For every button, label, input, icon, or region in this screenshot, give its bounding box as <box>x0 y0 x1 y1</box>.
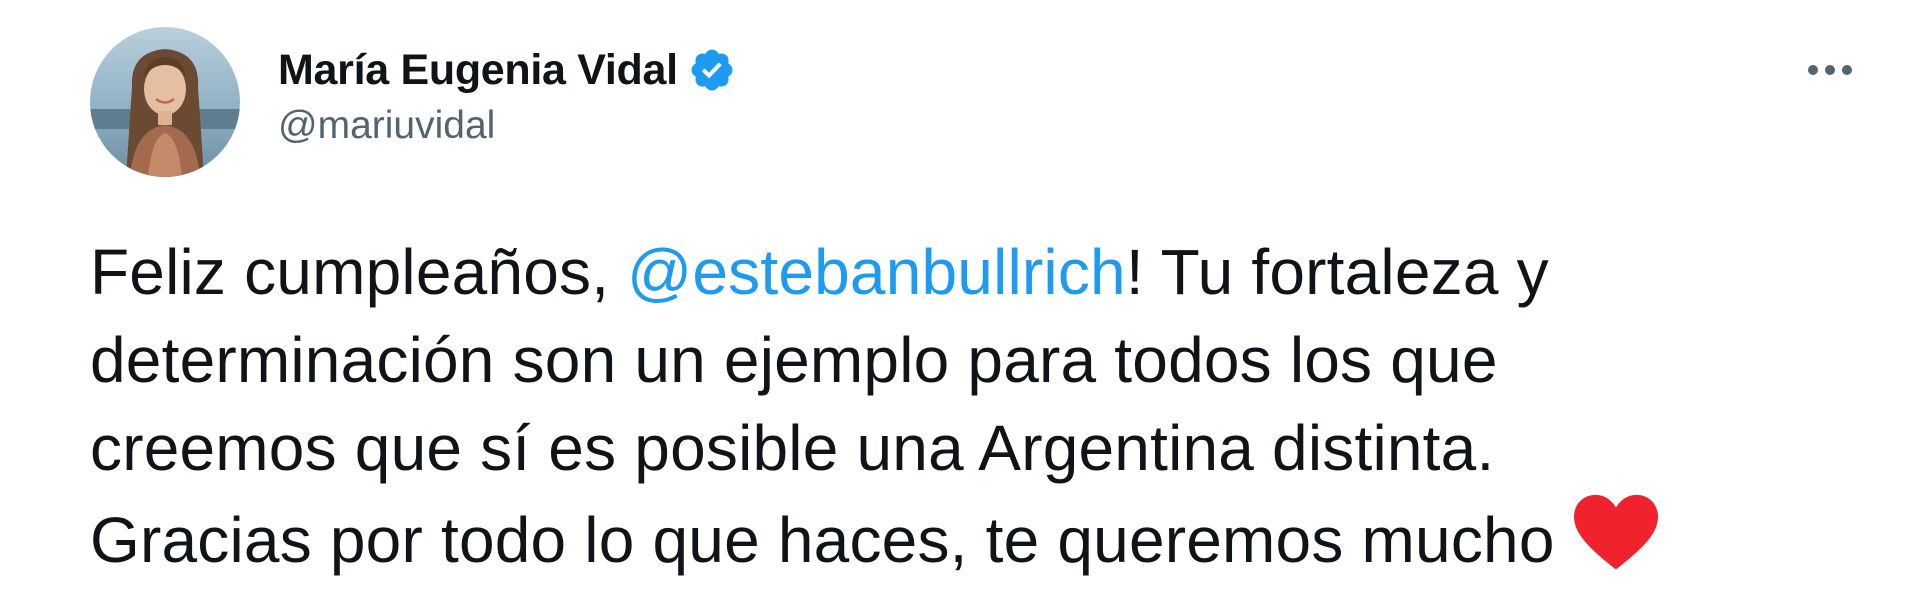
tweet-text-line-4: Gracias por todo lo que haces, te querem… <box>90 492 1870 584</box>
tweet-text-segment: Feliz cumpleaños, <box>90 236 628 308</box>
tweet-text-line-3: creemos que sí es posible una Argentina … <box>90 412 1495 484</box>
verified-badge-icon <box>688 46 736 94</box>
user-handle[interactable]: @mariuvidal <box>278 104 736 148</box>
tweet-text-line-1: Feliz cumpleaños, @estebanbullrich! Tu f… <box>90 228 1870 316</box>
tweet-text: Feliz cumpleaños, @estebanbullrich! Tu f… <box>90 228 1870 584</box>
tweet-header: María Eugenia Vidal @mariuvidal <box>278 42 736 148</box>
tweet-text-segment: ! Tu fortaleza y <box>1125 236 1549 308</box>
more-options-icon <box>1808 65 1852 75</box>
name-row: María Eugenia Vidal <box>278 42 736 98</box>
avatar[interactable] <box>90 27 240 177</box>
tweet-card[interactable]: María Eugenia Vidal @mariuvidal Feliz cu… <box>0 0 1920 590</box>
tweet-text-segment: Gracias por todo lo que haces, te querem… <box>90 504 1555 576</box>
red-heart-icon <box>1571 492 1661 572</box>
mention-link[interactable]: @estebanbullrich <box>627 236 1126 308</box>
display-name[interactable]: María Eugenia Vidal <box>278 46 678 95</box>
more-options-button[interactable] <box>1800 50 1860 90</box>
tweet-text-line-2: determinación son un ejemplo para todos … <box>90 324 1498 396</box>
avatar-image <box>90 27 240 177</box>
